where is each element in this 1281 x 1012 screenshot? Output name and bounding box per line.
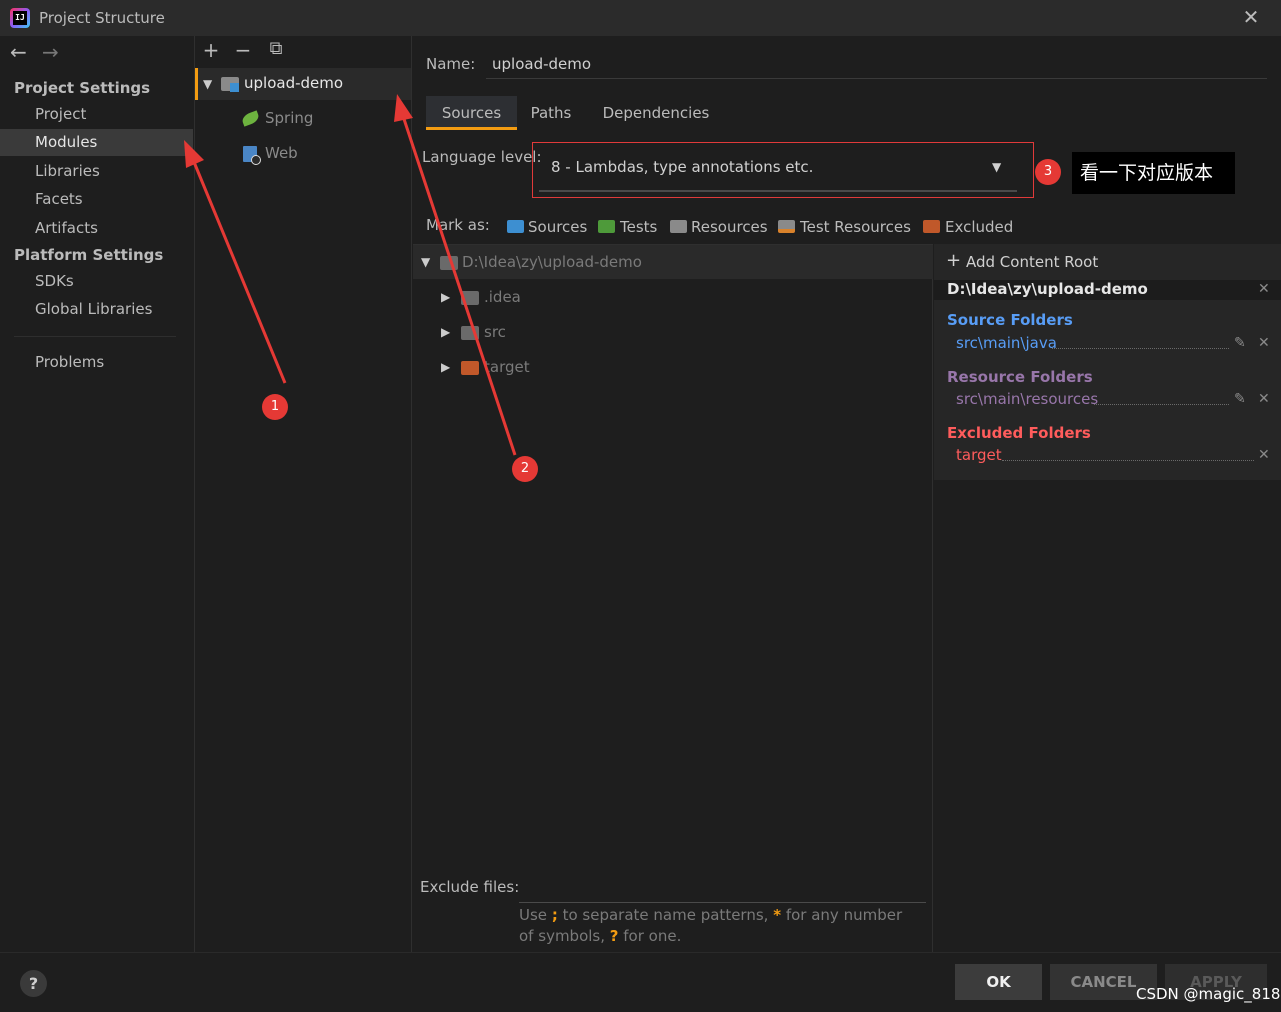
excluded-folder-path: target <box>956 446 1002 464</box>
source-folder-path: src\main\java <box>956 334 1057 352</box>
facet-spring[interactable]: Spring <box>265 109 313 127</box>
module-list-panel <box>194 36 412 952</box>
sources-folder-icon <box>507 220 524 233</box>
copy-icon[interactable]: ⧉ <box>265 38 287 59</box>
tab-sources[interactable]: Sources <box>426 96 517 130</box>
content-root-tree <box>413 244 933 952</box>
mark-tests-button[interactable]: Tests <box>620 218 657 236</box>
module-badge-icon <box>230 83 239 92</box>
folder-icon <box>461 291 479 305</box>
annotation-badge-3: 3 <box>1035 159 1061 185</box>
name-field[interactable]: upload-demo <box>492 55 591 73</box>
excluded-folder-icon <box>923 220 940 233</box>
remove-folder-icon[interactable]: ✕ <box>1258 391 1270 407</box>
resources-folder-icon <box>670 220 687 233</box>
resource-folder-path: src\main\resources <box>956 390 1099 408</box>
remove-icon[interactable]: − <box>232 38 254 62</box>
add-icon[interactable]: + <box>946 250 961 271</box>
mark-sources-button[interactable]: Sources <box>528 218 587 236</box>
edit-pencil-icon[interactable]: ✎ <box>1234 391 1246 407</box>
dotted-leader <box>1052 348 1229 349</box>
annotation-tooltip: 看一下对应版本 <box>1072 152 1235 194</box>
folder-icon <box>461 326 479 340</box>
chevron-down-icon[interactable]: ▼ <box>992 160 1001 174</box>
tab-paths[interactable]: Paths <box>521 96 581 130</box>
remove-root-icon[interactable]: ✕ <box>1258 281 1270 297</box>
name-field-underline <box>486 78 1267 79</box>
test-resources-folder-icon <box>778 220 795 233</box>
csdn-watermark: CSDN @magic_818 <box>1136 985 1281 1003</box>
sidebar-item-sdks[interactable]: SDKs <box>0 268 193 295</box>
add-content-root-button[interactable]: Add Content Root <box>966 253 1098 271</box>
platform-settings-heading: Platform Settings <box>14 246 164 264</box>
remove-folder-icon[interactable]: ✕ <box>1258 447 1270 463</box>
dotted-leader <box>1002 460 1254 461</box>
sidebar-item-libraries[interactable]: Libraries <box>0 158 193 185</box>
forward-arrow-icon[interactable]: → <box>42 40 59 64</box>
expand-right-icon[interactable]: ▶ <box>441 360 450 374</box>
folder-icon <box>440 256 458 270</box>
help-button[interactable]: ? <box>20 970 47 997</box>
tree-item-target[interactable]: target <box>484 358 530 376</box>
expand-down-icon[interactable]: ▼ <box>421 255 430 269</box>
facet-web[interactable]: Web <box>265 144 298 162</box>
window-title: Project Structure <box>39 9 165 27</box>
exclude-files-input[interactable] <box>519 878 926 900</box>
globe-icon <box>251 155 261 165</box>
language-level-value: 8 - Lambdas, type annotations etc. <box>551 158 814 176</box>
close-icon[interactable]: ✕ <box>1240 6 1262 28</box>
back-arrow-icon[interactable]: ← <box>10 40 27 64</box>
tab-dependencies[interactable]: Dependencies <box>590 96 722 130</box>
project-settings-heading: Project Settings <box>14 79 151 97</box>
content-root-path: D:\Idea\zy\upload-demo <box>462 253 642 271</box>
expand-right-icon[interactable]: ▶ <box>441 325 450 339</box>
expand-down-icon[interactable]: ▼ <box>203 77 212 91</box>
edit-pencil-icon[interactable]: ✎ <box>1234 335 1246 351</box>
exclude-files-label: Exclude files: <box>420 878 520 896</box>
mark-test-resources-button[interactable]: Test Resources <box>800 218 911 236</box>
expand-right-icon[interactable]: ▶ <box>441 290 450 304</box>
excluded-folders-heading: Excluded Folders <box>947 424 1091 442</box>
exclude-files-hint: Use ; to separate name patterns, * for a… <box>519 906 903 945</box>
module-name: upload-demo <box>244 74 344 92</box>
sidebar-item-project[interactable]: Project <box>0 101 193 128</box>
resource-folders-heading: Resource Folders <box>947 368 1093 386</box>
mark-excluded-button[interactable]: Excluded <box>945 218 1013 236</box>
name-label: Name: <box>426 55 476 73</box>
sidebar-item-problems[interactable]: Problems <box>0 349 193 376</box>
sidebar-item-facets[interactable]: Facets <box>0 186 193 213</box>
tests-folder-icon <box>598 220 615 233</box>
add-icon[interactable]: + <box>200 38 222 62</box>
title-bar <box>0 0 1281 36</box>
tree-item-src[interactable]: src <box>484 323 506 341</box>
dotted-leader <box>1094 404 1229 405</box>
excluded-folder-icon <box>461 361 479 375</box>
mark-resources-button[interactable]: Resources <box>691 218 768 236</box>
exclude-files-underline <box>519 902 926 903</box>
mark-as-label: Mark as: <box>426 216 490 234</box>
sidebar-divider <box>14 336 176 337</box>
sidebar-item-modules[interactable]: Modules <box>0 129 193 156</box>
remove-folder-icon[interactable]: ✕ <box>1258 335 1270 351</box>
ok-button[interactable]: OK <box>955 964 1042 1000</box>
sidebar-item-artifacts[interactable]: Artifacts <box>0 215 193 242</box>
annotation-badge-2: 2 <box>512 456 538 482</box>
sidebar-item-global-libraries[interactable]: Global Libraries <box>0 296 193 323</box>
intellij-logo-icon: IJ <box>10 8 30 28</box>
tree-item-idea[interactable]: .idea <box>484 288 521 306</box>
content-root-path-heading: D:\Idea\zy\upload-demo <box>947 280 1148 298</box>
source-folders-heading: Source Folders <box>947 311 1073 329</box>
annotation-badge-1: 1 <box>262 394 288 420</box>
language-level-label: Language level: <box>422 148 542 166</box>
